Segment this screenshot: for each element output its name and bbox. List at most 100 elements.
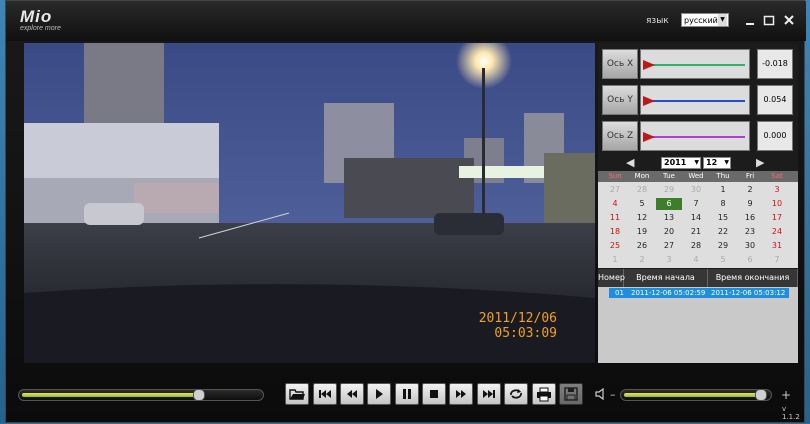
calendar-day[interactable]: 20 [656, 226, 682, 238]
axis-x-trace [645, 64, 745, 66]
calendar-day[interactable]: 4 [602, 198, 628, 210]
play-icon [376, 389, 383, 399]
calendar-day[interactable]: 9 [737, 198, 763, 210]
calendar-day[interactable]: 29 [710, 240, 736, 252]
axis-z-button[interactable]: Ось Z [602, 121, 638, 151]
play-button[interactable] [367, 383, 391, 405]
fast-forward-button[interactable] [449, 383, 473, 405]
calendar-day[interactable]: 3 [656, 254, 682, 266]
skip-back-button[interactable] [313, 383, 337, 405]
seek-slider[interactable] [18, 389, 264, 401]
table-row[interactable]: 01 2011-12-06 05:02:59 2011-12-06 05:03:… [609, 288, 789, 298]
calendar-day[interactable]: 1 [602, 254, 628, 266]
year-value: 2011 [664, 158, 687, 167]
axis-y-value: 0.054 [757, 85, 793, 115]
calendar-day[interactable]: 1 [710, 184, 736, 196]
calendar-day[interactable]: 18 [602, 226, 628, 238]
skip-forward-button[interactable] [477, 383, 501, 405]
volume-down-icon[interactable]: – [610, 388, 616, 401]
calendar-day[interactable]: 5 [710, 254, 736, 266]
calendar-day[interactable]: 21 [683, 226, 709, 238]
sensor-row-x: Ось X -0.018 [602, 49, 794, 79]
app-logo: Mio [20, 7, 53, 26]
calendar-day[interactable]: 27 [602, 184, 628, 196]
column-header-start[interactable]: Время начала [624, 269, 708, 287]
calendar-day[interactable]: 17 [764, 212, 790, 224]
close-button[interactable] [782, 13, 796, 27]
stop-button[interactable] [422, 383, 446, 405]
rewind-button[interactable] [340, 383, 364, 405]
calendar-day[interactable]: 19 [629, 226, 655, 238]
calendar-day[interactable]: 4 [683, 254, 709, 266]
language-label: язык [646, 16, 669, 26]
calendar-day[interactable]: 7 [764, 254, 790, 266]
calendar-day[interactable]: 5 [629, 198, 655, 210]
folder-icon [289, 389, 305, 400]
calendar-day[interactable]: 6 [737, 254, 763, 266]
recordings-table-header: Номер Время начала Время окончания [598, 269, 798, 287]
calendar-day[interactable]: 16 [737, 212, 763, 224]
calendar-day[interactable]: 26 [629, 240, 655, 252]
maximize-icon [763, 15, 775, 26]
video-time-stamp: 05:03:09 [494, 326, 557, 341]
calendar-day[interactable]: 28 [683, 240, 709, 252]
axis-y-marker-icon [643, 96, 655, 106]
column-header-number[interactable]: Номер [598, 269, 625, 287]
stop-icon [430, 390, 438, 398]
axis-x-graph [640, 49, 750, 79]
calendar-day[interactable]: 28 [629, 184, 655, 196]
volume-handle[interactable] [754, 389, 767, 401]
calendar-day[interactable]: 11 [602, 212, 628, 224]
language-selected-value: русский [684, 16, 718, 25]
calendar-day[interactable]: 30 [683, 184, 709, 196]
minimize-button[interactable] [743, 13, 757, 27]
volume-slider[interactable] [620, 389, 772, 401]
calendar-day[interactable]: 14 [683, 212, 709, 224]
calendar-day[interactable]: 15 [710, 212, 736, 224]
axis-x-button[interactable]: Ось X [602, 49, 638, 79]
printer-icon [537, 387, 551, 402]
print-button[interactable] [532, 383, 556, 405]
calendar-day[interactable]: 13 [656, 212, 682, 224]
pause-button[interactable] [395, 383, 419, 405]
calendar-day[interactable]: 30 [737, 240, 763, 252]
seek-handle[interactable] [193, 389, 205, 401]
open-folder-button[interactable] [285, 383, 309, 405]
maximize-button[interactable] [762, 13, 776, 27]
calendar-day[interactable]: 7 [683, 198, 709, 210]
language-select[interactable]: русский ▼ [681, 13, 729, 27]
calendar-day[interactable]: 25 [602, 240, 628, 252]
save-button[interactable] [559, 383, 583, 405]
close-icon [784, 15, 794, 25]
weekday-label: Tue [663, 172, 675, 180]
calendar-day[interactable]: 2 [737, 184, 763, 196]
fast-forward-icon [456, 390, 466, 398]
chevron-down-icon: ▼ [724, 159, 729, 166]
month-select[interactable]: 12 ▼ [703, 157, 731, 169]
previous-month-icon[interactable]: ◀ [626, 156, 634, 169]
calendar-day[interactable]: 3 [764, 184, 790, 196]
video-player[interactable]: 2011/12/06 05:03:09 [24, 43, 595, 363]
chevron-down-icon: ▼ [694, 159, 699, 166]
calendar-day[interactable]: 23 [737, 226, 763, 238]
year-select[interactable]: 2011 ▼ [661, 157, 701, 169]
calendar-day[interactable]: 29 [656, 184, 682, 196]
loop-icon [510, 389, 522, 399]
calendar-day[interactable]: 22 [710, 226, 736, 238]
row-start-time: 2011-12-06 05:02:59 [631, 289, 706, 297]
calendar-day[interactable]: 24 [764, 226, 790, 238]
column-header-end[interactable]: Время окончания [708, 269, 798, 287]
calendar-day[interactable]: 6 [656, 198, 682, 210]
calendar-day[interactable]: 10 [764, 198, 790, 210]
axis-y-button[interactable]: Ось Y [602, 85, 638, 115]
volume-up-icon[interactable]: + [781, 388, 791, 402]
calendar-day[interactable]: 27 [656, 240, 682, 252]
calendar-day[interactable]: 12 [629, 212, 655, 224]
calendar-day[interactable]: 2 [629, 254, 655, 266]
month-value: 12 [706, 158, 718, 167]
axis-x-value: -0.018 [757, 49, 793, 79]
calendar-day[interactable]: 8 [710, 198, 736, 210]
loop-button[interactable] [504, 383, 528, 405]
calendar-day[interactable]: 31 [764, 240, 790, 252]
next-month-icon[interactable]: ▶ [756, 156, 764, 169]
